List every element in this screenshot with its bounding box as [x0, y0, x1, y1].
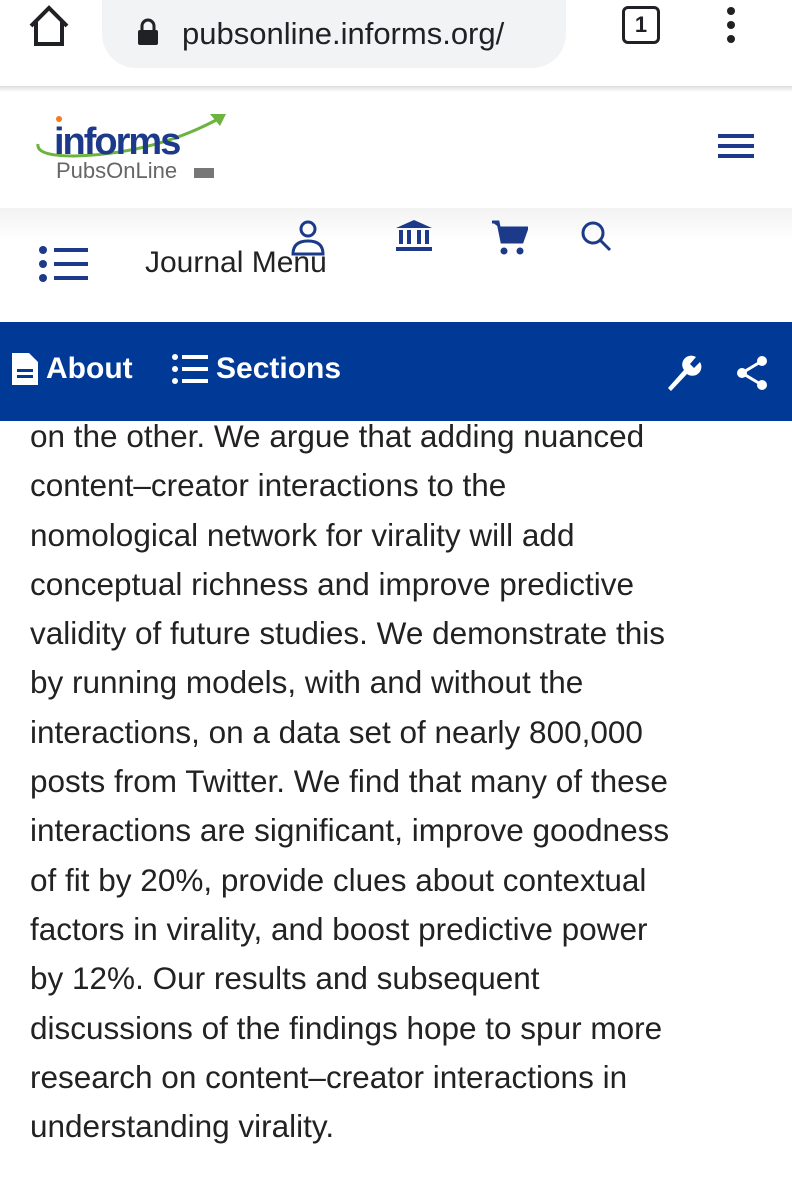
abstract-line: content–creator interactions to the: [30, 467, 507, 504]
abstract-line: interactions, on a data set of nearly 80…: [30, 713, 643, 750]
abstract-line: conceptual richness and improve predicti…: [30, 565, 635, 602]
sections-label: Sections: [216, 352, 342, 385]
journal-bar: Journal Menu: [0, 208, 792, 322]
sections-button[interactable]: Sections: [172, 352, 341, 386]
informs-pubsonline-logo[interactable]: informs PubsOnLine: [34, 106, 234, 186]
abstract-line: nomological network for virality will ad…: [30, 516, 575, 553]
abstract-text: on the other. We argue that adding nuanc…: [30, 421, 770, 1151]
abstract-line: research on content–creator interactions…: [30, 1058, 628, 1095]
abstract-line: discussions of the findings hope to spur…: [30, 1009, 663, 1046]
abstract-section: on the other. We argue that adding nuanc…: [0, 421, 792, 1200]
abstract-line: by 12%. Our results and subsequent: [30, 960, 540, 997]
wrench-icon[interactable]: [664, 354, 702, 392]
address-bar[interactable]: pubsonline.informs.org/: [102, 0, 566, 68]
lock-icon: [138, 18, 158, 45]
svg-text:PubsOnLine: PubsOnLine: [56, 158, 177, 183]
abstract-line: validity of future studies. We demonstra…: [30, 615, 665, 652]
abstract-line: of fit by 20%, provide clues about conte…: [30, 861, 647, 898]
abstract-line: posts from Twitter. We find that many of…: [30, 763, 668, 800]
list-icon: [172, 354, 208, 384]
home-icon[interactable]: [28, 4, 70, 48]
document-icon: [12, 353, 38, 385]
browser-chrome: pubsonline.informs.org/ 1: [0, 0, 792, 88]
cart-icon[interactable]: [492, 220, 528, 256]
abstract-line: by running models, with and without the: [30, 664, 584, 701]
tab-switcher-button[interactable]: 1: [622, 6, 660, 44]
journal-menu-icon[interactable]: [38, 246, 90, 282]
site-header: informs PubsOnLine: [0, 92, 792, 208]
url-text[interactable]: pubsonline.informs.org/: [182, 16, 504, 52]
more-options-icon[interactable]: [724, 6, 738, 46]
about-label: About: [46, 352, 133, 385]
abstract-line: on the other. We argue that adding nuanc…: [30, 421, 645, 454]
svg-text:informs: informs: [54, 121, 180, 163]
institution-icon[interactable]: [396, 220, 432, 252]
user-icon[interactable]: [290, 220, 326, 256]
share-icon[interactable]: [736, 356, 768, 390]
article-toolbar: About Sections: [0, 322, 792, 421]
abstract-line: interactions are significant, improve go…: [30, 812, 670, 849]
search-icon[interactable]: [580, 220, 612, 252]
abstract-line: factors in virality, and boost predictiv…: [30, 910, 648, 947]
main-menu-icon[interactable]: [718, 134, 754, 158]
about-button[interactable]: About: [12, 352, 133, 386]
abstract-line: understanding virality.: [30, 1108, 335, 1145]
